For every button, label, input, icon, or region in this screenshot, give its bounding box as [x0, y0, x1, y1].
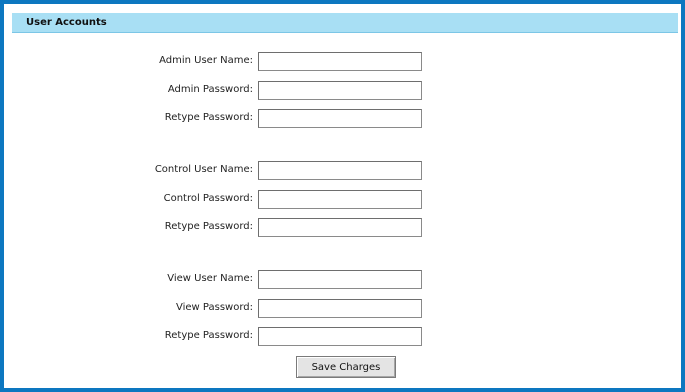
control-password-label: Control Password: — [163, 193, 253, 204]
view-user-name-row: View User Name: — [0, 270, 685, 290]
view-retype-password-row: Retype Password: — [0, 327, 685, 347]
control-user-name-label: Control User Name: — [154, 164, 253, 175]
control-user-name-input[interactable] — [258, 161, 422, 180]
view-password-label: View Password: — [176, 302, 253, 313]
admin-user-name-label: Admin User Name: — [159, 55, 253, 66]
control-password-input[interactable] — [258, 190, 422, 209]
view-user-name-label: View User Name: — [167, 273, 253, 284]
admin-user-name-input[interactable] — [258, 52, 422, 71]
admin-password-label: Admin Password: — [167, 84, 253, 95]
admin-retype-password-row: Retype Password: — [0, 109, 685, 129]
admin-retype-password-label: Retype Password: — [164, 112, 253, 123]
view-retype-password-label: Retype Password: — [164, 330, 253, 341]
admin-retype-password-input[interactable] — [258, 109, 422, 128]
view-user-name-input[interactable] — [258, 270, 422, 289]
view-retype-password-input[interactable] — [258, 327, 422, 346]
save-changes-button[interactable]: Save Charges — [296, 356, 396, 378]
control-retype-password-row: Retype Password: — [0, 218, 685, 238]
panel-title: User Accounts — [26, 17, 107, 28]
panel-header: User Accounts — [12, 13, 678, 33]
control-retype-password-input[interactable] — [258, 218, 422, 237]
control-retype-password-label: Retype Password: — [164, 221, 253, 232]
admin-password-input[interactable] — [258, 81, 422, 100]
control-password-row: Control Password: — [0, 190, 685, 210]
view-password-row: View Password: — [0, 299, 685, 319]
control-user-name-row: Control User Name: — [0, 161, 685, 181]
admin-user-name-row: Admin User Name: — [0, 52, 685, 72]
view-password-input[interactable] — [258, 299, 422, 318]
admin-password-row: Admin Password: — [0, 81, 685, 101]
